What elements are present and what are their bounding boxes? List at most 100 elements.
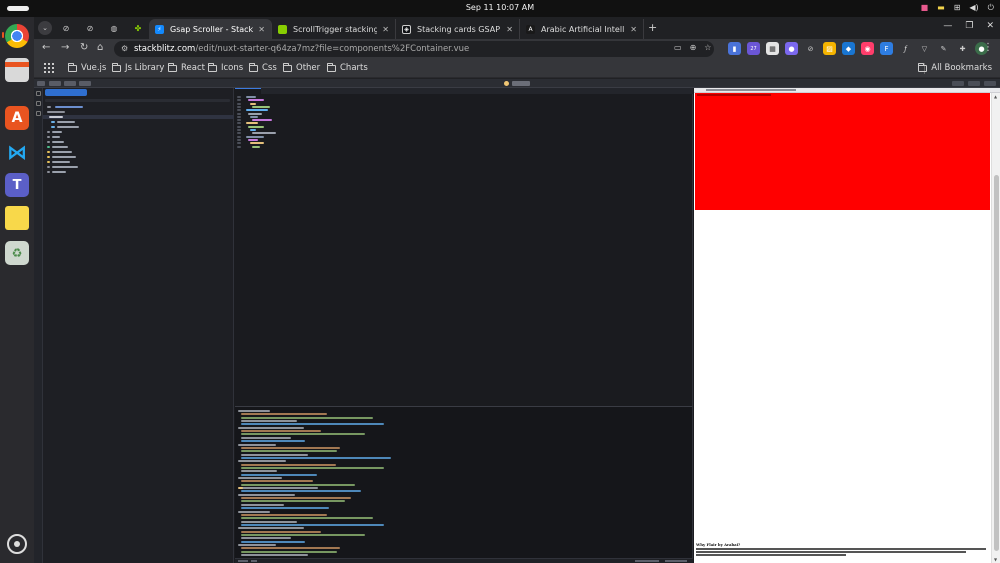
tree-item[interactable] — [43, 145, 234, 149]
tree-item[interactable] — [43, 105, 234, 109]
trash-icon[interactable]: ♻ — [5, 241, 29, 265]
reload-icon[interactable]: ↻ — [80, 42, 88, 53]
files-icon[interactable] — [5, 58, 29, 82]
volume-icon[interactable]: ◀) — [969, 3, 978, 13]
tree-item[interactable] — [43, 140, 234, 144]
pinned-tab-icon[interactable]: ⊘ — [59, 21, 73, 35]
header-action[interactable] — [952, 81, 964, 86]
app-indicator-icon[interactable]: ■ — [921, 3, 929, 13]
extension-icon[interactable]: ⊘ — [804, 42, 817, 55]
tree-item[interactable] — [43, 125, 234, 129]
extensions-icon[interactable] — [36, 111, 41, 116]
codepen-favicon-icon: ◈ — [402, 24, 411, 34]
power-icon[interactable]: ⏻ — [988, 3, 994, 13]
extension-icon[interactable]: ◉ — [861, 42, 874, 55]
teams-icon[interactable]: T — [5, 173, 29, 197]
extension-icon[interactable]: ● — [785, 42, 798, 55]
menu-icon[interactable] — [37, 81, 45, 86]
scroll-down-icon[interactable]: ▼ — [994, 557, 997, 562]
tree-item[interactable] — [43, 165, 234, 169]
extension-icon[interactable]: ▨ — [823, 42, 836, 55]
minimize-icon[interactable]: — — [943, 21, 952, 31]
header-action[interactable] — [968, 81, 980, 86]
forward-icon[interactable]: → — [61, 42, 69, 53]
chrome-icon[interactable] — [5, 24, 29, 48]
notes-indicator-icon[interactable]: ▬ — [937, 3, 945, 13]
tab-title: Stacking cards GSAP Scr — [417, 24, 501, 34]
system-tray[interactable]: ■ ▬ ⊞ ◀) ⏻ — [921, 3, 994, 13]
chrome-menu-icon[interactable]: ⋮ — [983, 42, 993, 53]
extension-icon[interactable]: ▮ — [728, 42, 741, 55]
header-button[interactable] — [49, 81, 61, 86]
apps-grid-icon[interactable] — [44, 63, 54, 73]
close-tab-icon[interactable]: ✕ — [258, 25, 265, 34]
pinned-tab-icon[interactable]: ◍ — [107, 21, 121, 35]
code-editor[interactable] — [235, 88, 693, 406]
tab-search-button[interactable]: ⌄ — [38, 21, 52, 35]
site-info-icon[interactable]: ⚙ — [121, 41, 128, 57]
bookmark-charts[interactable]: Charts — [327, 62, 368, 73]
tree-item[interactable] — [43, 130, 234, 134]
extension-icon[interactable]: ƒ — [899, 42, 912, 55]
close-window-icon[interactable]: ✕ — [986, 21, 994, 31]
zoom-icon[interactable]: ⊕ — [690, 43, 697, 52]
extension-icon[interactable]: ◆ — [842, 42, 855, 55]
tree-item[interactable] — [43, 135, 234, 139]
close-tab-icon[interactable]: ✕ — [382, 25, 389, 34]
bookmark-star-icon[interactable]: ☆ — [704, 43, 711, 52]
show-apps-icon[interactable] — [7, 534, 27, 554]
system-clock[interactable]: Sep 11 10:07 AM — [0, 3, 1000, 12]
tab-arabic-ai[interactable]: A Arabic Artificial Intellige ✕ — [520, 19, 644, 39]
tab-gsap-scroller[interactable]: ⚡ Gsap Scroller - StackBlitz ✕ — [149, 19, 272, 39]
software-center-icon[interactable]: A — [5, 106, 29, 130]
bookmark-react[interactable]: React — [168, 62, 205, 73]
back-icon[interactable]: ← — [42, 42, 50, 53]
tree-item[interactable] — [43, 110, 234, 114]
tree-item[interactable] — [43, 120, 234, 124]
close-tab-icon[interactable]: ✕ — [630, 25, 637, 34]
terminal-panel[interactable] — [235, 406, 693, 563]
extension-icon[interactable]: F — [880, 42, 893, 55]
extensions-puzzle-icon[interactable]: ✚ — [956, 42, 969, 55]
all-bookmarks-button[interactable]: All Bookmarks — [918, 62, 992, 73]
tree-item[interactable] — [43, 160, 234, 164]
eyedropper-icon[interactable]: ✎ — [937, 42, 950, 55]
files-icon[interactable] — [36, 91, 41, 96]
bookmark-vuejs[interactable]: Vue.js — [68, 62, 106, 73]
network-icon[interactable]: ⊞ — [954, 3, 961, 13]
vscode-icon[interactable]: ⋈ — [5, 140, 29, 164]
tree-item-selected[interactable] — [43, 115, 234, 119]
tree-item[interactable] — [43, 155, 234, 159]
preview-page[interactable]: Why Flair by Arabai? — [694, 93, 991, 563]
explorer-search[interactable] — [43, 98, 234, 102]
header-button[interactable] — [64, 81, 76, 86]
extension-icon[interactable]: ▽ — [918, 42, 931, 55]
address-bar[interactable]: ⚙ stackblitz.com/edit/nuxt-starter-q64za… — [114, 41, 714, 57]
preview-scrollbar[interactable]: ▲ ▼ — [991, 93, 1000, 563]
close-tab-icon[interactable]: ✕ — [506, 25, 513, 34]
bookmark-css[interactable]: Css — [249, 62, 277, 73]
bookmark-other[interactable]: Other — [283, 62, 320, 73]
home-icon[interactable]: ⌂ — [97, 42, 103, 53]
bookmark-js-library[interactable]: Js Library — [112, 62, 164, 73]
pinned-tab-gsap-icon[interactable]: ✤ — [131, 21, 145, 35]
scroll-up-icon[interactable]: ▲ — [994, 94, 997, 99]
install-app-icon[interactable]: ▭ — [674, 43, 682, 52]
extension-badge-icon[interactable]: 27 — [747, 42, 760, 55]
header-action[interactable] — [984, 81, 996, 86]
sticky-notes-icon[interactable] — [5, 206, 29, 230]
project-tab[interactable] — [45, 89, 87, 96]
new-tab-button[interactable]: + — [648, 21, 657, 34]
bookmark-icons[interactable]: Icons — [208, 62, 243, 73]
restore-icon[interactable]: ❐ — [965, 21, 973, 31]
tab-stacking-cards[interactable]: ◈ Stacking cards GSAP Scr ✕ — [396, 19, 520, 39]
search-icon[interactable] — [36, 101, 41, 106]
tree-item[interactable] — [43, 170, 234, 174]
scrollbar-thumb[interactable] — [994, 175, 999, 551]
tree-item[interactable] — [43, 150, 234, 154]
extension-icon[interactable]: ▦ — [766, 42, 779, 55]
pinned-tab-icon[interactable]: ⊘ — [83, 21, 97, 35]
header-button[interactable] — [79, 81, 91, 86]
editor-tab-container-vue[interactable] — [235, 88, 261, 94]
tab-scrolltrigger[interactable]: ScrollTrigger stacking ca ✕ — [272, 19, 396, 39]
